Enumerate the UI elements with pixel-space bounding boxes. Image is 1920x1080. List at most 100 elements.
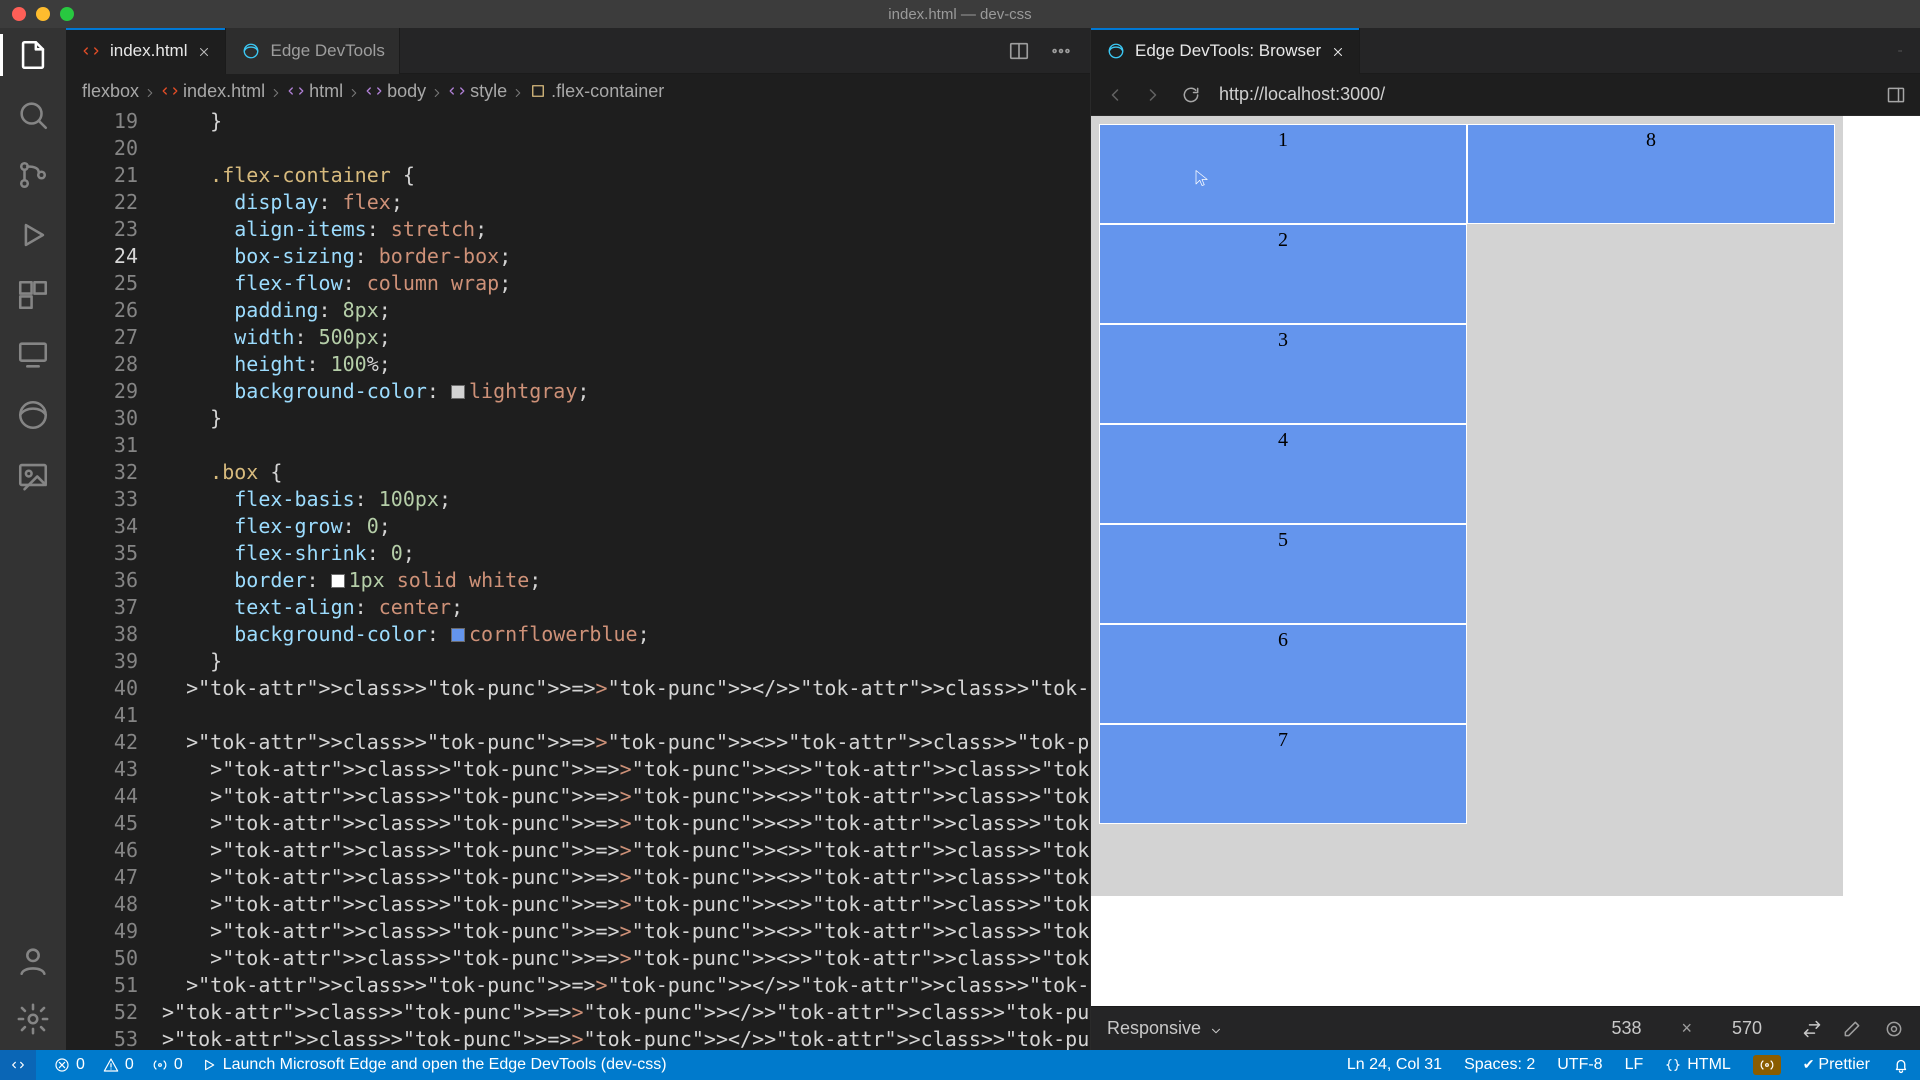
source-control-icon[interactable] xyxy=(16,158,50,192)
preview-viewport[interactable]: 1 2 3 4 5 6 7 8 xyxy=(1091,116,1920,1006)
chevron-right-icon xyxy=(143,84,157,98)
chevron-right-icon xyxy=(347,84,361,98)
edge-icon xyxy=(1107,42,1125,60)
chevron-down-icon xyxy=(1209,1022,1223,1036)
flex-box: 2 xyxy=(1099,224,1467,324)
flex-box: 6 xyxy=(1099,624,1467,724)
split-editor-icon[interactable] xyxy=(1008,40,1030,62)
tab-edge-devtools-browser[interactable]: Edge DevTools: Browser xyxy=(1091,28,1360,74)
breadcrumb-item[interactable]: .flex-container xyxy=(551,81,664,102)
target-icon[interactable] xyxy=(1884,1019,1904,1039)
url-field[interactable]: http://localhost:3000/ xyxy=(1219,84,1868,105)
encoding[interactable]: UTF-8 xyxy=(1557,1056,1602,1074)
browser-preview: 1 2 3 4 5 6 7 8 xyxy=(1091,116,1920,1006)
more-actions-icon[interactable] xyxy=(1898,40,1920,62)
go-live[interactable] xyxy=(1753,1055,1781,1075)
tab-label: Edge DevTools xyxy=(270,41,384,61)
window-title: index.html — dev-css xyxy=(888,6,1031,23)
language-mode[interactable]: HTML xyxy=(1665,1056,1731,1074)
close-tab-icon[interactable] xyxy=(1331,44,1345,58)
images-icon[interactable] xyxy=(16,458,50,492)
flex-box: 3 xyxy=(1099,324,1467,424)
run-debug-icon[interactable] xyxy=(16,218,50,252)
code-content[interactable]: } .flex-container { display: flex; align… xyxy=(162,108,1090,1050)
indentation[interactable]: Spaces: 2 xyxy=(1464,1056,1535,1074)
code-editor[interactable]: 1920212223242526272829303132333435363738… xyxy=(66,108,1090,1050)
eol[interactable]: LF xyxy=(1625,1056,1644,1074)
breadcrumb-item[interactable]: style xyxy=(470,81,507,102)
swap-dimensions-icon[interactable] xyxy=(1802,1019,1822,1039)
warning-icon xyxy=(103,1057,119,1073)
extensions-icon[interactable] xyxy=(16,278,50,312)
window-controls xyxy=(0,7,74,21)
reload-icon[interactable] xyxy=(1181,85,1201,105)
remote-indicator[interactable] xyxy=(0,1050,36,1080)
symbol-icon xyxy=(529,82,547,100)
breadcrumb-item[interactable]: html xyxy=(309,81,343,102)
symbol-icon xyxy=(448,82,466,100)
ports-forwarded[interactable]: 0 xyxy=(152,1056,183,1074)
device-toolbar: Responsive × xyxy=(1091,1006,1920,1050)
chevron-right-icon xyxy=(511,84,525,98)
viewport-width-input[interactable] xyxy=(1591,1018,1661,1039)
play-icon xyxy=(201,1057,217,1073)
prettier-status[interactable]: Prettier xyxy=(1803,1056,1870,1074)
browser-address-bar: http://localhost:3000/ xyxy=(1091,74,1920,116)
dock-icon[interactable] xyxy=(1886,85,1906,105)
flex-box: 1 xyxy=(1099,124,1467,224)
close-tab-icon[interactable] xyxy=(197,44,211,58)
back-icon[interactable] xyxy=(1105,85,1125,105)
breadcrumb-item[interactable]: index.html xyxy=(183,81,265,102)
tab-index-html[interactable]: index.html xyxy=(66,28,226,74)
viewport-height-input[interactable] xyxy=(1712,1018,1782,1039)
breadcrumb-item[interactable]: body xyxy=(387,81,426,102)
port-count: 0 xyxy=(174,1056,183,1074)
problems-errors[interactable]: 0 xyxy=(54,1056,85,1074)
problems-warnings[interactable]: 0 xyxy=(103,1056,134,1074)
bell-icon[interactable] xyxy=(1892,1056,1910,1074)
search-icon[interactable] xyxy=(16,98,50,132)
launch-label: Launch Microsoft Edge and open the Edge … xyxy=(223,1056,667,1074)
edit-pen-icon[interactable] xyxy=(1842,1019,1862,1039)
symbol-icon xyxy=(287,82,305,100)
edge-icon xyxy=(242,42,260,60)
chevron-right-icon xyxy=(269,84,283,98)
flex-container: 1 2 3 4 5 6 7 8 xyxy=(1091,116,1843,896)
language-label: HTML xyxy=(1687,1056,1731,1074)
breadcrumb[interactable]: flexbox index.html html body style .flex… xyxy=(66,74,1090,108)
flex-box: 5 xyxy=(1099,524,1467,624)
activity-bar xyxy=(0,28,66,1050)
edge-tools-icon[interactable] xyxy=(16,398,50,432)
flex-box: 7 xyxy=(1099,724,1467,824)
remote-explorer-icon[interactable] xyxy=(16,338,50,372)
launch-edge-task[interactable]: Launch Microsoft Edge and open the Edge … xyxy=(201,1056,667,1074)
antenna-icon xyxy=(152,1057,168,1073)
responsive-mode-label: Responsive xyxy=(1107,1018,1201,1039)
remote-icon xyxy=(10,1057,26,1073)
forward-icon[interactable] xyxy=(1143,85,1163,105)
tab-label: index.html xyxy=(110,41,187,61)
html-file-icon xyxy=(82,42,100,60)
explorer-icon[interactable] xyxy=(16,38,50,72)
status-bar: 0 0 0 Launch Microsoft Edge and open the… xyxy=(0,1050,1920,1080)
close-window-button[interactable] xyxy=(12,7,26,21)
more-actions-icon[interactable] xyxy=(1050,40,1072,62)
flex-box: 8 xyxy=(1467,124,1835,224)
braces-icon xyxy=(1665,1057,1681,1073)
responsive-mode-select[interactable]: Responsive xyxy=(1107,1018,1223,1039)
warning-count: 0 xyxy=(125,1056,134,1074)
antenna-icon xyxy=(1759,1057,1775,1073)
dimension-x-icon: × xyxy=(1681,1018,1692,1039)
window-titlebar: index.html — dev-css xyxy=(0,0,1920,28)
breadcrumb-item[interactable]: flexbox xyxy=(82,81,139,102)
cursor-position[interactable]: Ln 24, Col 31 xyxy=(1347,1056,1442,1074)
editor-tab-bar: index.html Edge DevTools xyxy=(66,28,1090,74)
browser-tab-bar: Edge DevTools: Browser xyxy=(1091,28,1920,74)
settings-gear-icon[interactable] xyxy=(16,1002,50,1036)
minimize-window-button[interactable] xyxy=(36,7,50,21)
accounts-icon[interactable] xyxy=(16,944,50,978)
tab-edge-devtools[interactable]: Edge DevTools xyxy=(226,28,399,74)
zoom-window-button[interactable] xyxy=(60,7,74,21)
error-icon xyxy=(54,1057,70,1073)
tab-label: Edge DevTools: Browser xyxy=(1135,41,1321,61)
